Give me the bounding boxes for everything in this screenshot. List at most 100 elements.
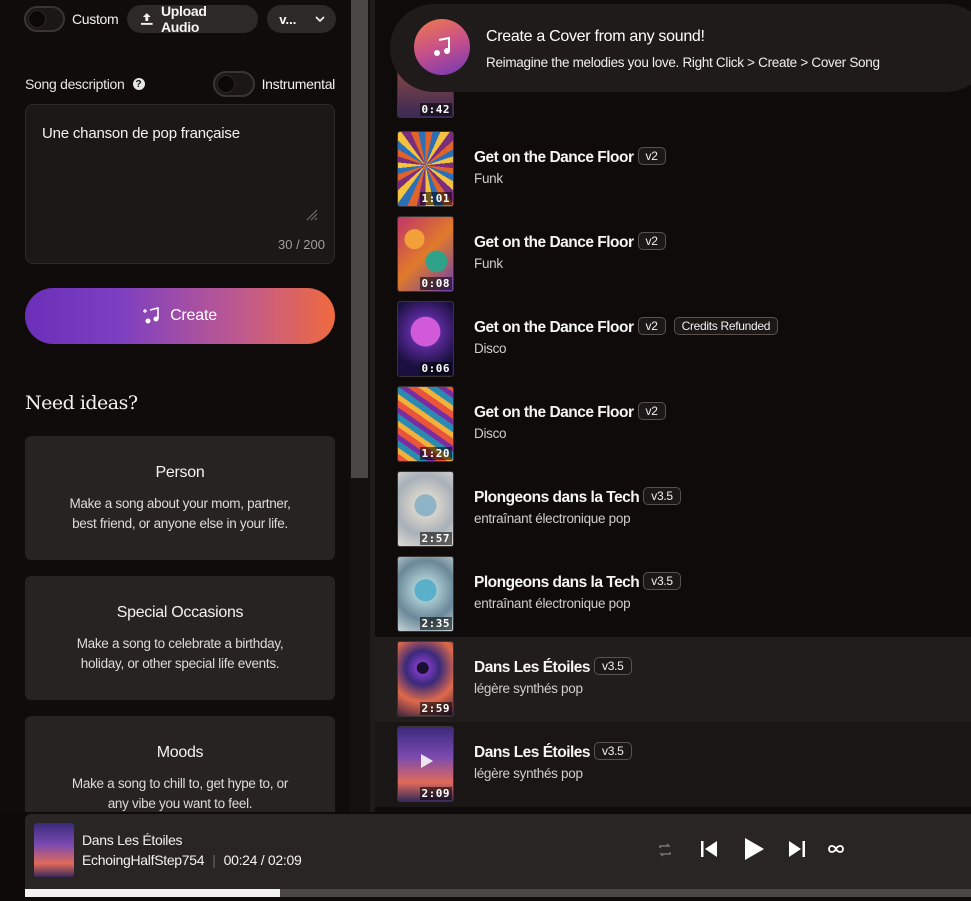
song-genre: légère synthés pop: [474, 681, 583, 696]
play-icon[interactable]: [416, 751, 436, 771]
song-row[interactable]: 2:35 Plongeons dans la Tech v3.5 entraîna…: [375, 552, 971, 637]
now-playing-artist[interactable]: EchoingHalfStep754: [82, 852, 205, 868]
library-panel: 0:42 1:01 Get on the Dance Floor v2 Funk …: [375, 0, 971, 812]
song-title[interactable]: Plongeons dans la Tech v3.5: [474, 487, 681, 507]
progress-bar[interactable]: [25, 889, 971, 897]
song-title[interactable]: Get on the Dance Floor v2 Credits Refunded: [474, 317, 779, 337]
song-row[interactable]: 2:57 Plongeons dans la Tech v3.5 entraîna…: [375, 467, 971, 552]
song-cover[interactable]: 1:20: [397, 386, 454, 462]
chevron-down-icon: [315, 15, 325, 22]
idea-card-title: Special Occasions: [116, 604, 244, 621]
song-title[interactable]: Plongeons dans la Tech v3.5: [474, 572, 681, 592]
idea-card-title: Person: [155, 464, 205, 481]
instrumental-toggle[interactable]: [212, 71, 255, 97]
model-version-select[interactable]: v...: [267, 5, 336, 33]
repeat-button[interactable]: [657, 842, 673, 858]
song-description-label: Song description: [25, 76, 125, 92]
custom-label: Custom: [71, 11, 119, 27]
now-playing-title[interactable]: Dans Les Étoiles: [82, 832, 183, 848]
ideas-title: Need ideas?: [25, 392, 138, 414]
now-playing-cover[interactable]: [34, 823, 74, 877]
song-duration: 2:35: [419, 617, 452, 630]
song-genre: Disco: [474, 426, 507, 441]
song-title[interactable]: Dans Les Étoiles v3.5: [474, 657, 632, 677]
song-duration: 2:57: [419, 532, 452, 545]
banner-subtitle: Reimagine the melodies you love. Right C…: [486, 55, 880, 70]
idea-card-special-occasions[interactable]: Special Occasions Make a song to celebra…: [25, 576, 335, 700]
create-label: Create: [170, 307, 217, 324]
create-button[interactable]: Create: [25, 288, 335, 344]
song-cover[interactable]: 2:59: [397, 641, 454, 717]
create-options-bar: Custom Upload Audio v...: [24, 3, 336, 35]
upload-audio-button[interactable]: Upload Audio: [127, 3, 259, 35]
song-title[interactable]: Get on the Dance Floor v2: [474, 402, 666, 422]
song-cover[interactable]: 2:57: [397, 471, 454, 547]
cover-promo-banner[interactable]: Create a Cover from any sound! Reimagine…: [390, 4, 971, 92]
song-title[interactable]: Get on the Dance Floor v2: [474, 232, 666, 252]
idea-card-desc: Make a song to celebrate a birthday, hol…: [76, 636, 284, 671]
description-header: Song description ? Instrumental: [25, 70, 335, 98]
song-row-hovered[interactable]: 2:59 Dans Les Étoiles v3.5 légère synthés…: [375, 637, 971, 722]
upload-audio-label: Upload Audio: [160, 3, 207, 35]
song-duration: 1:01: [419, 192, 452, 205]
song-cover[interactable]: 0:08: [397, 216, 454, 292]
song-description-text: Une chanson de pop française: [42, 125, 240, 142]
song-row[interactable]: 0:08 Get on the Dance Floor v2 Funk: [375, 212, 971, 297]
idea-card-person[interactable]: Person Make a song about your mom, partn…: [25, 436, 335, 560]
char-count: 30 / 200: [278, 237, 325, 252]
help-icon[interactable]: ?: [132, 78, 145, 90]
create-panel: Custom Upload Audio v... Song descriptio…: [0, 0, 350, 812]
play-button[interactable]: [743, 837, 765, 861]
song-cover[interactable]: 2:09: [397, 726, 454, 802]
progress-fill: [25, 889, 281, 897]
song-genre: Disco: [474, 341, 507, 356]
song-title[interactable]: Get on the Dance Floor v2: [474, 147, 666, 167]
song-row[interactable]: 1:01 Get on the Dance Floor v2 Funk: [375, 127, 971, 212]
version-badge: v2: [637, 317, 666, 335]
song-duration: 0:08: [419, 277, 452, 290]
custom-toggle[interactable]: [24, 6, 65, 32]
version-badge: v3.5: [643, 572, 681, 590]
song-duration: 0:06: [419, 362, 452, 375]
song-duration: 2:09: [419, 787, 452, 800]
audio-player: Dans Les Étoiles EchoingHalfStep754 | 00:2…: [25, 814, 971, 897]
version-badge: v2: [637, 232, 666, 250]
next-button[interactable]: [787, 839, 807, 859]
version-badge: v3.5: [594, 657, 632, 675]
song-row-playing[interactable]: 2:09 Dans Les Étoiles v3.5 légère synthés…: [375, 722, 971, 807]
song-genre: entraînant électronique pop: [474, 596, 631, 611]
song-genre: légère synthés pop: [474, 766, 583, 781]
loop-button[interactable]: [828, 843, 844, 855]
song-description-input[interactable]: Une chanson de pop française 30 / 200: [25, 104, 335, 264]
song-cover[interactable]: 2:35: [397, 556, 454, 632]
next-icon: [789, 841, 805, 857]
model-version-label: v...: [279, 11, 297, 27]
song-cover[interactable]: 0:06: [397, 301, 454, 377]
version-badge: v3.5: [643, 487, 681, 505]
song-duration: 1:20: [419, 447, 452, 460]
song-duration: 2:59: [419, 702, 452, 715]
repeat-icon: [659, 843, 671, 857]
previous-icon: [701, 841, 717, 857]
song-row[interactable]: 0:06 Get on the Dance Floor v2 Credits Ref…: [375, 297, 971, 382]
idea-card-title: Moods: [156, 744, 204, 761]
song-title[interactable]: Dans Les Étoiles v3.5: [474, 742, 632, 762]
now-playing-meta: EchoingHalfStep754 | 00:24 / 02:09: [82, 852, 302, 868]
idea-card-moods[interactable]: Moods Make a song to chill to, get hype …: [25, 716, 335, 812]
banner-title: Create a Cover from any sound!: [486, 28, 705, 45]
resize-handle-icon[interactable]: [304, 207, 318, 221]
song-genre: Funk: [474, 171, 503, 186]
loop-icon: [828, 845, 844, 853]
play-icon: [745, 838, 764, 860]
idea-card-desc: Make a song to chill to, get hype to, or…: [71, 776, 289, 811]
version-badge: v3.5: [594, 742, 632, 760]
idea-card-desc: Make a song about your mom, partner, bes…: [69, 496, 291, 531]
left-scrollbar-thumb[interactable]: [351, 0, 368, 478]
song-row[interactable]: 1:20 Get on the Dance Floor v2 Disco: [375, 382, 971, 467]
song-cover[interactable]: 1:01: [397, 131, 454, 207]
song-genre: entraînant électronique pop: [474, 511, 631, 526]
upload-icon: [141, 13, 154, 25]
version-badge: v2: [637, 147, 666, 165]
previous-button[interactable]: [699, 839, 719, 859]
instrumental-label: Instrumental: [261, 76, 336, 92]
